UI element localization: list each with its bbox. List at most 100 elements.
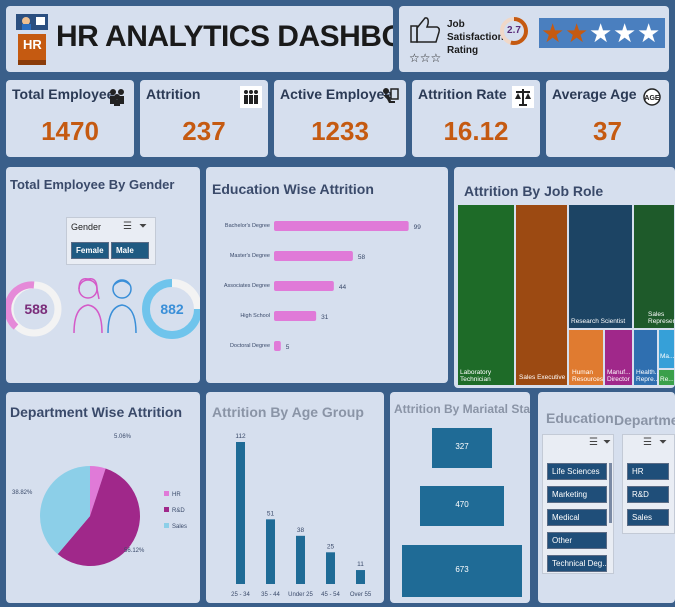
male-person-icon (107, 279, 137, 334)
female-person-icon (73, 277, 103, 334)
education-option[interactable]: Medical (547, 509, 607, 526)
bar[interactable] (274, 311, 317, 321)
gender-slicer: Gender ☰ ⏷ Female Male (66, 217, 156, 265)
hr-logo-icon: HR (14, 14, 50, 66)
treemap-cell[interactable]: Ma... (658, 329, 675, 369)
bar[interactable] (296, 535, 305, 584)
education-option[interactable]: Marketing (547, 486, 607, 503)
treemap-label: Re... (660, 376, 674, 383)
bar-category-label: Bachelor's Degree (225, 223, 270, 229)
bar-value-label: 112 (235, 433, 246, 440)
bar-category-label: Associates Degree (224, 283, 270, 289)
funnel-bar[interactable]: 673 (402, 545, 522, 597)
job-satisfaction-card: ☆☆☆ Job Satisfaction Rating 2.7 ★ ★ ★ ★ ★ (399, 6, 669, 72)
treemap-label: Research Scientist (571, 318, 626, 325)
bar-category-label: Doctoral Degree (230, 343, 270, 349)
bar-value-label: 25 (327, 543, 335, 550)
slicer-scrollbar[interactable] (609, 463, 612, 523)
job-satisfaction-label: Job Satisfaction Rating (447, 19, 504, 56)
star-empty-icon: ★ (613, 18, 637, 48)
treemap-cell[interactable]: Re... (658, 369, 675, 386)
education-attrition-title: Education Wise Attrition (212, 181, 374, 197)
department-option[interactable]: HR (627, 463, 669, 480)
clear-filter-icon[interactable]: ⏷ (603, 437, 611, 448)
clear-filter-icon[interactable]: ⏷ (139, 221, 147, 232)
gender-option-male[interactable]: Male (111, 242, 149, 259)
kpi-attrition: Attrition 237 (140, 80, 268, 157)
education-option[interactable]: Other (547, 532, 607, 549)
treemap-cell[interactable]: Human Resources (568, 329, 604, 386)
age-group-chart: 112 25 - 34 51 35 - 44 38 Under 25 25 45 - 54 11… (231, 433, 372, 598)
department-attrition-card: Department Wise Attrition 5.06% 56.12% 38.… (6, 392, 200, 603)
star-empty-icon: ★ (637, 18, 661, 48)
star-filled-icon: ★ (541, 18, 565, 48)
bar-value-label: 51 (267, 510, 275, 517)
kpi-value: 237 (182, 116, 226, 146)
kpi-total-employee: Total Employee 1470 (6, 80, 134, 157)
kpi-label: Attrition (146, 86, 201, 102)
page-title: HR ANALYTICS DASHBOARD (56, 20, 393, 53)
multi-select-icon[interactable]: ☰ (643, 437, 652, 448)
bar[interactable] (274, 341, 281, 351)
kpi-label: Total Employee (12, 86, 115, 102)
legend-swatch (164, 523, 169, 528)
bar[interactable] (274, 281, 334, 291)
star-rating: ★ ★ ★ ★ ★ (539, 18, 665, 48)
job-role-title: Attrition By Job Role (464, 183, 604, 199)
treemap-cell[interactable]: Sales Representative (633, 204, 675, 329)
education-option[interactable]: Life Sciences (547, 463, 607, 480)
job-satisfaction-value: 2.7 (507, 25, 521, 36)
department-option[interactable]: Sales (627, 509, 669, 526)
bar-category-label: 35 - 44 (261, 592, 280, 598)
funnel-bar[interactable]: 470 (420, 486, 504, 526)
marital-card: Attrition By Mariatal Status 327 470 673 (390, 392, 530, 603)
bar-value-label: 58 (358, 254, 366, 261)
kpi-average-age: Average Age AGE 37 (546, 80, 669, 157)
treemap-cell[interactable]: Manuf... Director (604, 329, 633, 386)
kpi-label: Attrition Rate (418, 86, 507, 102)
department-slicer-title: Department (614, 412, 675, 428)
funnel-bar[interactable]: 327 (432, 428, 492, 468)
department-pie-chart: 5.06% 56.12% 38.82% HR R&D Sales (12, 434, 187, 566)
department-option[interactable]: R&D (627, 486, 669, 503)
bar-value-label: 11 (357, 561, 364, 568)
treemap-label: Health... Repre... (636, 369, 661, 383)
bar[interactable] (236, 442, 245, 584)
bar[interactable] (274, 221, 409, 231)
age-group-card: Attrition By Age Group 112 25 - 34 51 35 - … (206, 392, 384, 603)
bar[interactable] (274, 251, 353, 261)
funnel-value: 470 (455, 500, 469, 509)
female-count: 588 (24, 301, 48, 317)
job-satisfaction-gauge: 2.7 (499, 16, 529, 46)
kpi-value: 37 (593, 116, 622, 146)
hr-logo-text: HR (23, 37, 42, 52)
scales-icon (512, 86, 534, 108)
clear-filter-icon[interactable]: ⏷ (659, 437, 667, 448)
bar[interactable] (356, 570, 365, 584)
legend-label: HR (172, 492, 181, 498)
bar-value-label: 38 (297, 527, 305, 534)
bar-category-label: Master's Degree (230, 253, 270, 259)
gender-option-female[interactable]: Female (71, 242, 109, 259)
education-option[interactable]: Technical Deg... (547, 555, 607, 572)
pie-label: 5.06% (114, 434, 132, 440)
people-group-icon (106, 86, 128, 108)
legend-label: R&D (172, 508, 185, 514)
treemap-cell[interactable]: Health... Repre... (633, 329, 661, 386)
kpi-label: Average Age (552, 86, 637, 102)
marital-title: Attrition By Mariatal Status (394, 402, 530, 416)
treemap-cell[interactable]: Sales Executive (515, 204, 568, 386)
bar[interactable] (266, 519, 275, 584)
bar[interactable] (326, 552, 335, 584)
bar-value-label: 5 (286, 344, 290, 351)
job-role-card: Attrition By Job Role Laboratory Technic… (454, 167, 675, 388)
gender-card-title: Total Employee By Gender (10, 177, 175, 192)
department-attrition-title: Department Wise Attrition (10, 404, 183, 420)
treemap-cell[interactable]: Research Scientist (568, 204, 633, 329)
bar-category-label: High School (240, 313, 270, 319)
department-slicer: ☰ ⏷ HR R&D Sales (622, 434, 675, 534)
multi-select-icon[interactable]: ☰ (589, 437, 598, 448)
treemap-cell[interactable]: Laboratory Technician (457, 204, 515, 386)
multi-select-icon[interactable]: ☰ (123, 221, 132, 232)
pie-label: 56.12% (124, 548, 145, 554)
